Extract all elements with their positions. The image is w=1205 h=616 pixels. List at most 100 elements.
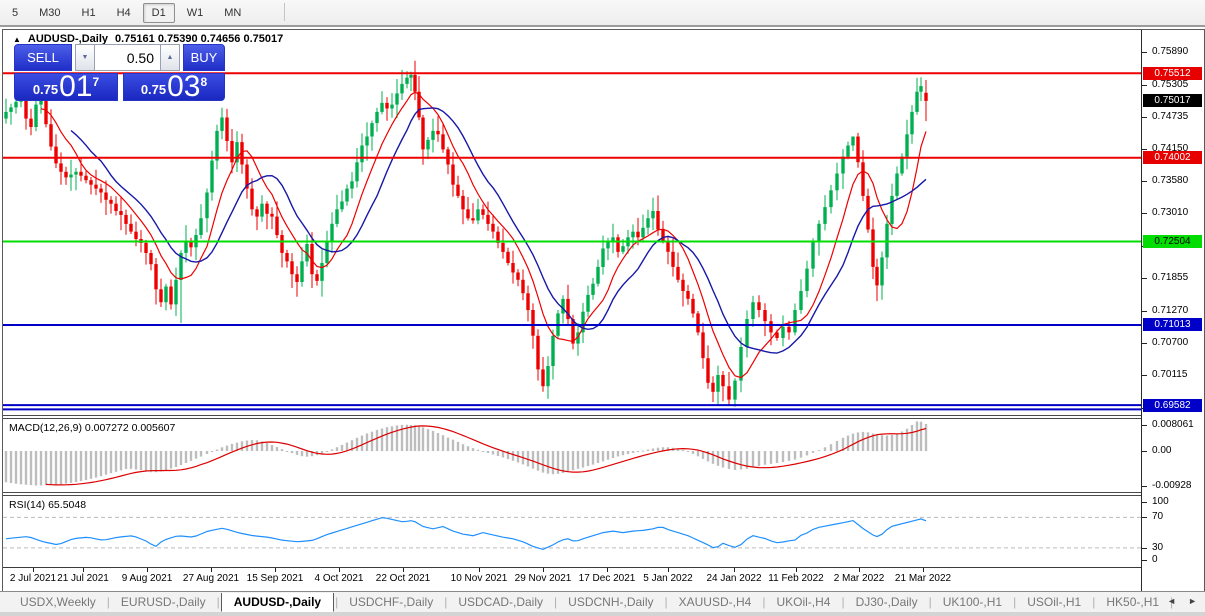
chart-tab-usdcnh-daily[interactable]: USDCNH-,Daily — [558, 593, 663, 611]
tab-scroll-right-icon[interactable]: ► — [1188, 596, 1197, 606]
rsi-axis-tick: 0 — [1152, 554, 1158, 565]
axis-tick-mark — [1142, 278, 1147, 279]
chart-tab-usoil-h1[interactable]: USOil-,H1 — [1017, 593, 1091, 611]
sell-button[interactable]: SELL — [14, 44, 72, 71]
price-axis-column: 0.75890 0.75305 0.74735 0.74150 0.73580 0.730… — [1141, 30, 1204, 591]
axis-tick-mark — [1142, 343, 1147, 344]
time-axis-label: 17 Dec 2021 — [578, 573, 636, 584]
rsi-chart-canvas[interactable] — [3, 496, 1141, 567]
axis-tick-mark — [1142, 52, 1147, 53]
time-axis-label: 21 Mar 2022 — [894, 573, 952, 584]
time-axis-label: 24 Jan 2022 — [706, 573, 762, 584]
price-pane: ▲ AUDUSD-,Daily 0.75161 0.75390 0.74656 … — [3, 30, 1141, 415]
volume-increase-button[interactable]: ▲ — [160, 44, 180, 71]
axis-tick-mark — [1142, 117, 1147, 118]
sell-price-sup: 7 — [92, 75, 100, 89]
sell-price-big: 01 — [59, 70, 93, 103]
price-axis-tick: 0.75305 — [1152, 79, 1189, 90]
price-axis-tick: 0.71270 — [1152, 305, 1189, 316]
timeframe-button-mn[interactable]: MN — [215, 3, 250, 23]
time-axis: 2 Jul 2021 21 Jul 2021 9 Aug 2021 27 Aug 20… — [3, 568, 1141, 591]
price-axis-tick: 0.73580 — [1152, 175, 1189, 186]
time-axis-tick-mark — [479, 568, 480, 572]
rsi-axis-tick: 30 — [1152, 542, 1164, 553]
price-level-label: 0.69582 — [1143, 399, 1202, 412]
price-axis-tick: 0.74735 — [1152, 111, 1189, 122]
rsi-axis-tick: 70 — [1152, 511, 1164, 522]
volume-input[interactable]: 0.50 — [95, 44, 160, 71]
axis-tick-mark — [1142, 486, 1147, 487]
timeframe-button-5[interactable]: 5 — [3, 3, 27, 23]
price-level-label: 0.75017 — [1143, 94, 1202, 107]
chart-tab-hk50-h1[interactable]: HK50-,H1 — [1096, 593, 1169, 611]
price-axis-tick: 0.75890 — [1152, 46, 1189, 57]
rsi-indicator-label: RSI(14) 65.5048 — [9, 499, 87, 511]
axis-tick-mark — [1142, 213, 1147, 214]
chart-tab-usdx-weekly[interactable]: USDX,Weekly — [10, 593, 106, 611]
window-bottom-edge — [0, 612, 1205, 616]
macd-indicator-label: MACD(12,26,9) 0.007272 0.005607 — [9, 422, 176, 434]
timeframe-button-m30[interactable]: M30 — [30, 3, 69, 23]
price-axis-tick: 0.70115 — [1152, 369, 1188, 380]
chart-tab-usdcad-daily[interactable]: USDCAD-,Daily — [448, 593, 553, 611]
time-axis-tick-mark — [83, 568, 84, 572]
time-axis-label: 27 Aug 2021 — [182, 573, 240, 584]
price-axis-tick: 0.73010 — [1152, 207, 1189, 218]
time-axis-label: 2 Jul 2021 — [9, 573, 57, 584]
timeframe-button-d1[interactable]: D1 — [142, 2, 175, 23]
time-axis-tick-mark — [607, 568, 608, 572]
time-axis-label: 9 Aug 2021 — [121, 573, 173, 584]
time-axis-tick-mark — [33, 568, 34, 572]
time-axis-tick-mark — [859, 568, 860, 572]
time-axis-tick-mark — [796, 568, 797, 572]
axis-tick-mark — [1142, 425, 1147, 426]
price-level-label: 0.71013 — [1143, 318, 1202, 331]
macd-pane: MACD(12,26,9) 0.007272 0.005607 — [3, 419, 1141, 492]
time-axis-label: 15 Sep 2021 — [246, 573, 304, 584]
tab-scroll-left-icon[interactable]: ◄ — [1167, 596, 1176, 606]
buy-price-sup: 8 — [200, 75, 208, 89]
time-axis-tick-mark — [147, 568, 148, 572]
sell-price-panel[interactable]: 0.75 01 7 — [14, 70, 118, 103]
collapse-chart-icon[interactable]: ▲ — [13, 35, 21, 44]
axis-tick-mark — [1142, 517, 1147, 518]
time-axis-label: 4 Oct 2021 — [314, 573, 364, 584]
buy-button[interactable]: BUY — [183, 44, 225, 71]
chart-tab-audusd-daily[interactable]: AUDUSD-,Daily — [220, 592, 335, 612]
time-axis-label: 10 Nov 2021 — [450, 573, 508, 584]
buy-price-panel[interactable]: 0.75 03 8 — [123, 70, 225, 103]
chart-tab-list: USDX,Weekly | EURUSD-,Daily | AUDUSD-,Daily |… — [10, 592, 1174, 612]
timeframe-button-h1[interactable]: H1 — [73, 3, 105, 23]
timeframe-button-w1[interactable]: W1 — [178, 3, 213, 23]
chart-tab-eurusd-daily[interactable]: EURUSD-,Daily — [111, 593, 216, 611]
axis-tick-mark — [1142, 181, 1147, 182]
time-axis-label: 21 Jul 2021 — [57, 573, 109, 584]
time-axis-tick-mark — [923, 568, 924, 572]
axis-tick-mark — [1142, 502, 1147, 503]
axis-tick-mark — [1142, 311, 1147, 312]
chart-tab-usdchf-daily[interactable]: USDCHF-,Daily — [339, 593, 443, 611]
rsi-axis-tick: 100 — [1152, 496, 1169, 507]
price-axis-tick: 0.71855 — [1152, 272, 1189, 283]
axis-tick-mark — [1142, 149, 1147, 150]
axis-tick-mark — [1142, 85, 1147, 86]
volume-decrease-button[interactable]: ▼ — [75, 44, 95, 71]
axis-tick-mark — [1142, 451, 1147, 452]
timeframe-button-h4[interactable]: H4 — [108, 3, 140, 23]
price-level-label: 0.75512 — [1143, 67, 1202, 80]
buy-price-prefix: 0.75 — [140, 82, 167, 97]
chart-tab-xauusd-h4[interactable]: XAUUSD-,H4 — [669, 593, 762, 611]
price-level-label: 0.74002 — [1143, 151, 1202, 164]
axis-tick-mark — [1142, 548, 1147, 549]
price-level-label: 0.72504 — [1143, 235, 1202, 248]
chart-tab-dj30-daily[interactable]: DJ30-,Daily — [846, 593, 928, 611]
buy-price-big: 03 — [167, 70, 201, 103]
time-axis-tick-mark — [543, 568, 544, 572]
time-axis-label: 5 Jan 2022 — [643, 573, 693, 584]
time-axis-tick-mark — [734, 568, 735, 572]
chart-tab-bar: USDX,Weekly | EURUSD-,Daily | AUDUSD-,Daily |… — [0, 591, 1205, 612]
time-axis-tick-mark — [403, 568, 404, 572]
timeframe-toolbar: 5 M30 H1 H4 D1 W1 MN — [0, 0, 1205, 27]
chart-tab-ukoil-h4[interactable]: UKOil-,H4 — [766, 593, 840, 611]
chart-tab-uk100-h1[interactable]: UK100-,H1 — [933, 593, 1012, 611]
